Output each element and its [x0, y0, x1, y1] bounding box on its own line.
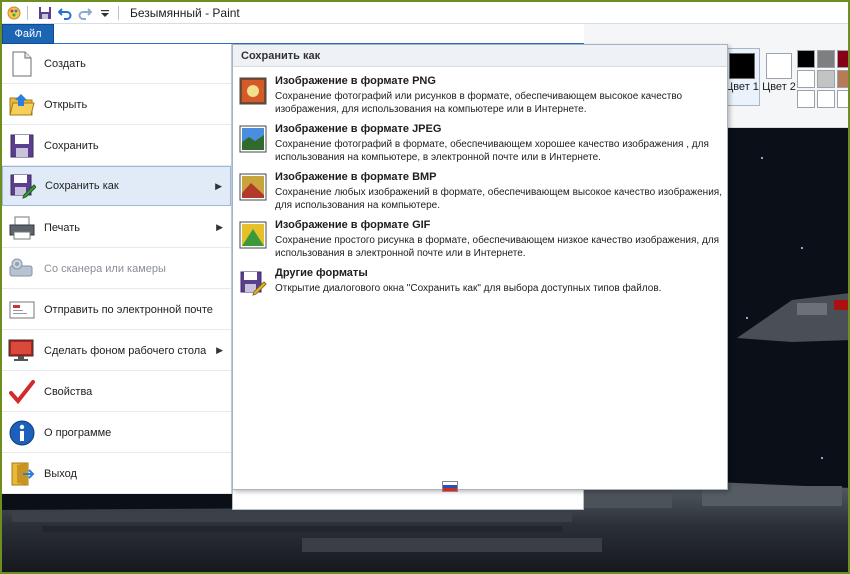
- option-title: Изображение в формате PNG: [275, 75, 436, 87]
- menu-item-label: Со сканера или камеры: [44, 262, 166, 275]
- tab-file[interactable]: Файл: [2, 24, 54, 44]
- exit-icon: [8, 460, 36, 488]
- paint-app-icon[interactable]: [6, 5, 22, 21]
- color1-swatch: [729, 53, 755, 79]
- menu-item-properties[interactable]: Свойства: [2, 372, 231, 412]
- window-title: Безымянный - Paint: [130, 5, 240, 20]
- desktop-background-icon: [8, 337, 36, 365]
- file-menu: Создать Открыть Сохранить Сохранить как …: [2, 44, 232, 494]
- save-as-gif-option[interactable]: Изображение в формате GIF Сохранение про…: [239, 215, 723, 263]
- save-as-bmp-option[interactable]: Изображение в формате BMP Сохранение люб…: [239, 167, 723, 215]
- customize-dropdown-icon[interactable]: [97, 5, 113, 21]
- menu-item-label: Сохранить: [44, 139, 99, 152]
- undo-icon[interactable]: [57, 5, 73, 21]
- menu-item-label: Отправить по электронной почте: [44, 303, 213, 316]
- submenu-arrow-icon: ▶: [216, 222, 223, 232]
- flyout-header: Сохранить как: [233, 45, 727, 67]
- color1-button[interactable]: Цвет 1: [724, 48, 760, 106]
- menu-item-print[interactable]: Печать ▶: [2, 208, 231, 248]
- option-description: Сохранение простого рисунка в формате, о…: [275, 235, 720, 259]
- color1-label: Цвет 1: [725, 81, 759, 93]
- option-title: Другие форматы: [275, 267, 368, 279]
- other-formats-icon: [239, 269, 267, 297]
- menu-item-label: Сделать фоном рабочего стола: [44, 344, 207, 357]
- save-as-flyout: Сохранить как Изображение в формате PNG …: [232, 44, 728, 490]
- jpeg-image-icon: [239, 125, 267, 153]
- palette-swatch[interactable]: [797, 90, 815, 108]
- save-as-icon: [9, 172, 37, 200]
- submenu-arrow-icon: ▶: [215, 181, 222, 191]
- save-as-jpeg-option[interactable]: Изображение в формате JPEG Сохранение фо…: [239, 119, 723, 167]
- gif-image-icon: [239, 221, 267, 249]
- menu-item-label: О программе: [44, 426, 112, 439]
- toolbar-separator: [27, 5, 28, 20]
- menu-item-label: Выход: [44, 467, 77, 480]
- palette-swatch[interactable]: [797, 70, 815, 88]
- save-as-other-formats-option[interactable]: Другие форматы Открытие диалогового окна…: [239, 263, 723, 311]
- palette-swatch[interactable]: [837, 70, 848, 88]
- menu-item-open[interactable]: Открыть: [2, 85, 231, 125]
- color-palette: [797, 50, 848, 108]
- menu-item-new[interactable]: Создать: [2, 44, 231, 84]
- color2-swatch: [766, 53, 792, 79]
- submenu-arrow-icon: ▶: [216, 345, 223, 355]
- menu-item-scanner[interactable]: Со сканера или камеры: [2, 249, 231, 289]
- menu-item-email[interactable]: Отправить по электронной почте: [2, 290, 231, 330]
- option-description: Сохранение фотографий или рисунков в фор…: [275, 91, 683, 115]
- option-title: Изображение в формате GIF: [275, 219, 431, 231]
- save-icon[interactable]: [37, 5, 53, 21]
- palette-swatch[interactable]: [817, 70, 835, 88]
- palette-swatch[interactable]: [817, 50, 835, 68]
- option-description: Сохранение фотографий в формате, обеспеч…: [275, 139, 709, 163]
- option-title: Изображение в формате BMP: [275, 171, 437, 183]
- menu-item-label: Свойства: [44, 385, 93, 398]
- email-icon: [8, 296, 36, 324]
- menu-item-save[interactable]: Сохранить: [2, 126, 231, 166]
- paint-window: Безымянный - Paint Файл Цвет 1 Цвет 2 Со…: [0, 0, 850, 574]
- info-icon: [8, 419, 36, 447]
- menu-item-exit[interactable]: Выход: [2, 454, 231, 494]
- option-description: Открытие диалогового окна "Сохранить как…: [275, 283, 662, 294]
- menu-item-desktop-background[interactable]: Сделать фоном рабочего стола ▶: [2, 331, 231, 371]
- option-description: Сохранение любых изображений в формате, …: [275, 187, 722, 211]
- checkmark-icon: [8, 378, 36, 406]
- redo-icon[interactable]: [77, 5, 93, 21]
- color2-button[interactable]: Цвет 2: [761, 48, 797, 106]
- new-document-icon: [8, 50, 36, 78]
- menu-item-label: Создать: [44, 57, 86, 70]
- palette-swatch[interactable]: [797, 50, 815, 68]
- ribbon-tabstrip: Файл: [2, 24, 584, 45]
- menu-item-label: Печать: [44, 221, 81, 234]
- menu-item-label: Сохранить как: [45, 180, 119, 192]
- scanner-icon: [8, 255, 36, 283]
- palette-swatch[interactable]: [837, 50, 848, 68]
- printer-icon: [8, 214, 36, 242]
- russian-flag-icon[interactable]: [442, 481, 458, 492]
- color2-label: Цвет 2: [762, 81, 796, 93]
- menu-item-label: Открыть: [44, 98, 88, 111]
- title-bar: Безымянный - Paint: [2, 2, 848, 24]
- menu-item-about[interactable]: О программе: [2, 413, 231, 453]
- menu-item-save-as[interactable]: Сохранить как ▶: [2, 166, 231, 206]
- save-icon: [8, 132, 36, 160]
- bmp-image-icon: [239, 173, 267, 201]
- palette-swatch[interactable]: [817, 90, 835, 108]
- save-as-png-option[interactable]: Изображение в формате PNG Сохранение фот…: [239, 71, 723, 119]
- palette-swatch[interactable]: [837, 90, 848, 108]
- toolbar-separator: [118, 5, 119, 20]
- png-image-icon: [239, 77, 267, 105]
- option-title: Изображение в формате JPEG: [275, 123, 442, 135]
- open-folder-icon: [8, 91, 36, 119]
